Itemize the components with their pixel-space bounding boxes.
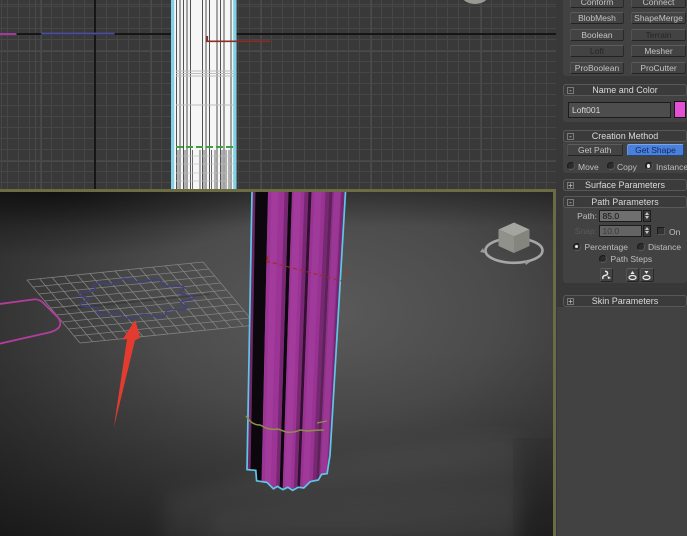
svg-text:x: x bbox=[344, 268, 350, 277]
